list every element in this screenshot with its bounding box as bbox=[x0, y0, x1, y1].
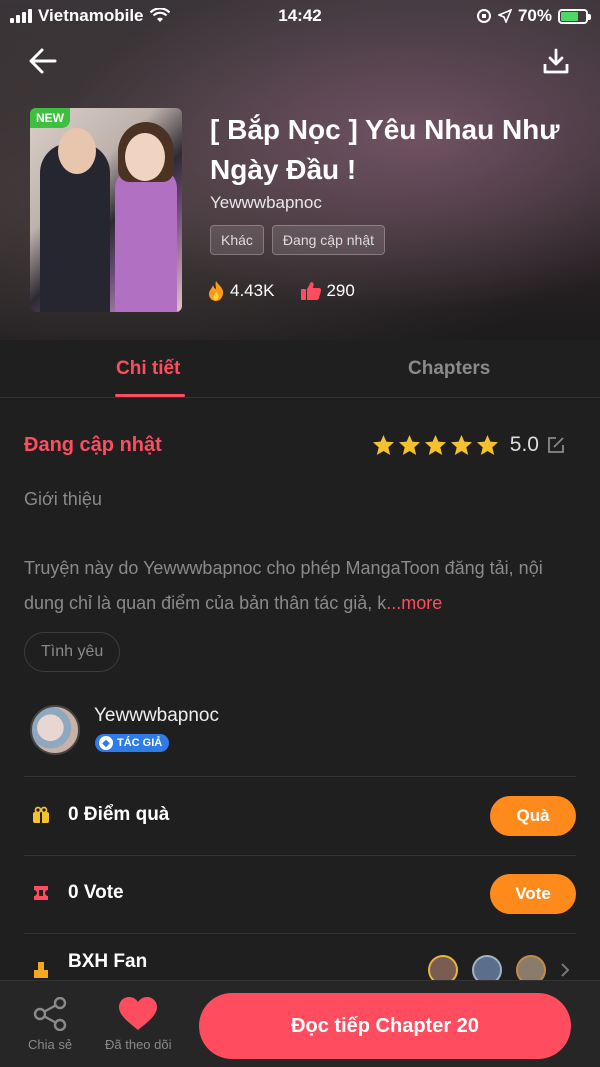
tag-status: Đang cập nhật bbox=[271, 225, 385, 255]
author-badge: ◆ TÁC GIẢ bbox=[95, 734, 170, 752]
ticket-icon bbox=[34, 886, 48, 900]
fan-ranking-label: BXH Fan bbox=[68, 951, 148, 972]
likes-count: 290 bbox=[326, 281, 355, 300]
location-icon bbox=[497, 9, 512, 23]
gift-row: 0 Điểm quà Quà bbox=[0, 777, 600, 855]
rating-value: 5.0 bbox=[509, 433, 539, 456]
active-tab-indicator bbox=[115, 394, 185, 397]
share-label: Chia sẻ bbox=[28, 1037, 73, 1052]
continue-reading-button[interactable]: Đọc tiếp Chapter 20 bbox=[199, 993, 571, 1059]
vote-row: 0 Vote Vote bbox=[0, 855, 600, 933]
vote-button[interactable]: Vote bbox=[490, 874, 576, 914]
battery-percent: 70% bbox=[517, 6, 552, 25]
arrow-left-icon bbox=[29, 48, 57, 74]
bottom-action-bar: Chia sẻ Đã theo dõi Đọc tiếp Chapter 20 bbox=[0, 980, 600, 1067]
star-rating bbox=[372, 434, 499, 456]
star-icon bbox=[398, 434, 420, 456]
new-badge: NEW bbox=[30, 108, 70, 128]
back-button[interactable] bbox=[26, 44, 60, 78]
download-button[interactable] bbox=[538, 44, 574, 78]
thumbs-up-icon bbox=[301, 282, 322, 300]
gift-icon bbox=[33, 806, 49, 823]
fire-icon bbox=[209, 281, 224, 301]
description: Truyện này do Yewwwbapnoc cho phép Manga… bbox=[24, 551, 584, 621]
views-count: 4.43K bbox=[230, 281, 275, 300]
tab-bar: Chi tiết Chapters bbox=[0, 340, 600, 398]
genre-chip[interactable]: Tình yêu bbox=[24, 632, 121, 672]
heart-icon bbox=[119, 997, 158, 1030]
share-button[interactable]: Chia sẻ bbox=[28, 997, 72, 1052]
author-avatar[interactable] bbox=[30, 705, 80, 755]
book-cover-image[interactable] bbox=[30, 108, 182, 312]
description-text: Truyện này do Yewwwbapnoc cho phép Manga… bbox=[24, 558, 543, 613]
vote-count: 0 Vote bbox=[68, 882, 124, 903]
gift-button[interactable]: Quà bbox=[490, 796, 576, 836]
author-name[interactable]: Yewwwbapnoc bbox=[94, 705, 219, 727]
status-bar: Vietnamobile 14:42 70% bbox=[0, 0, 600, 32]
follow-label: Đã theo dõi bbox=[105, 1037, 172, 1052]
star-icon bbox=[424, 434, 446, 456]
trophy-icon bbox=[34, 962, 48, 978]
orientation-lock-icon bbox=[476, 9, 491, 23]
tag-category[interactable]: Khác bbox=[210, 225, 264, 255]
star-icon bbox=[450, 434, 472, 456]
author-row[interactable]: Yewwwbapnoc ◆ TÁC GIẢ bbox=[0, 699, 600, 777]
share-icon bbox=[33, 997, 67, 1031]
follow-button[interactable]: Đã theo dõi bbox=[105, 997, 172, 1052]
star-icon bbox=[476, 434, 498, 456]
gift-points: 0 Điểm quà bbox=[68, 804, 170, 825]
update-status: Đang cập nhật bbox=[24, 434, 162, 456]
tab-chapters[interactable]: Chapters bbox=[408, 358, 490, 380]
star-icon bbox=[372, 434, 394, 456]
edit-icon bbox=[548, 437, 564, 453]
battery-icon bbox=[558, 8, 591, 24]
intro-heading: Giới thiệu bbox=[24, 489, 102, 509]
chevron-right-icon bbox=[561, 963, 570, 977]
tab-details[interactable]: Chi tiết bbox=[116, 358, 180, 380]
book-title: [ Bắp Nọc ] Yêu Nhau Như Ngày Đầu ! bbox=[210, 114, 560, 185]
drop-icon: ◆ bbox=[99, 736, 113, 750]
book-tags: Khác Đang cập nhật bbox=[210, 225, 385, 255]
more-link[interactable]: ...more bbox=[386, 593, 442, 613]
book-author[interactable]: Yewwwbapnoc bbox=[210, 193, 322, 213]
book-stats: 4.43K 290 bbox=[206, 280, 355, 302]
download-icon bbox=[543, 48, 569, 74]
author-badge-label: TÁC GIẢ bbox=[117, 737, 163, 749]
rating[interactable]: 5.0 bbox=[372, 433, 566, 457]
